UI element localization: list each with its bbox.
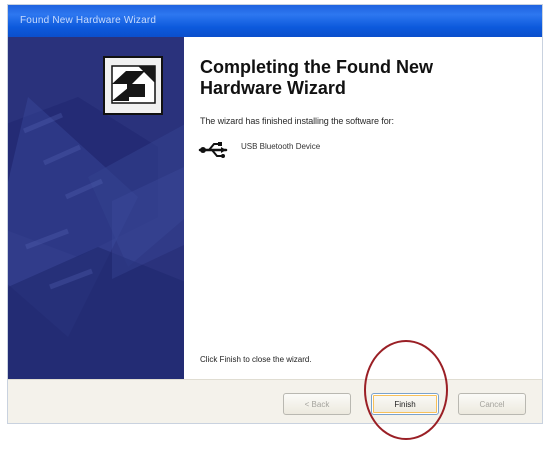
- device-name: USB Bluetooth Device: [241, 142, 321, 151]
- completion-message: The wizard has finished installing the s…: [200, 116, 394, 126]
- usb-icon: [198, 142, 228, 158]
- title-bar[interactable]: Found New Hardware Wizard: [8, 5, 542, 37]
- wizard-content: Completing the Found New Hardware Wizard…: [184, 37, 542, 379]
- hardware-wizard-icon: [103, 56, 163, 115]
- close-instruction: Click Finish to close the wizard.: [200, 355, 312, 364]
- found-new-hardware-wizard-window: Found New Hardware Wizard Completing the…: [7, 4, 543, 424]
- page-title: Completing the Found New Hardware Wizard: [200, 57, 433, 98]
- back-button[interactable]: < Back: [283, 393, 351, 415]
- wizard-side-panel: [8, 37, 184, 379]
- wizard-button-bar: < Back Finish Cancel: [8, 379, 542, 423]
- window-title: Found New Hardware Wizard: [20, 15, 157, 26]
- installed-device-row: USB Bluetooth Device: [198, 140, 320, 160]
- cancel-button[interactable]: Cancel: [458, 393, 526, 415]
- finish-button[interactable]: Finish: [371, 393, 439, 415]
- wizard-graphic: [8, 37, 184, 379]
